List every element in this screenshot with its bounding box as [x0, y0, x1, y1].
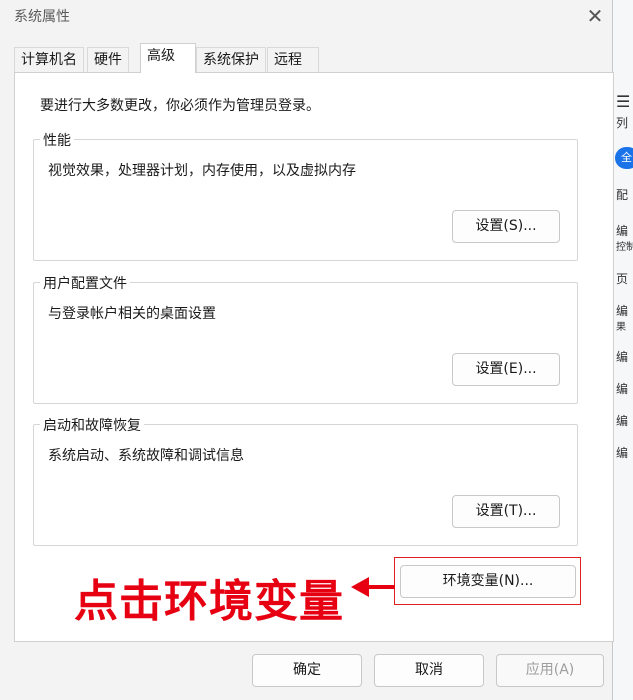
cancel-button[interactable]: 取消 [374, 654, 484, 687]
tab-system-protection[interactable]: 系统保护 [196, 47, 266, 72]
background-app-window: ☰ 列 全 配 编 控制 页 编 果 编 编 编 编 [612, 0, 633, 700]
window-title: 系统属性 [14, 9, 70, 25]
background-text: 页 [616, 272, 629, 286]
annotation-text: 点击环境变量 [74, 576, 344, 627]
background-text: 果 [616, 322, 626, 333]
performance-group-label: 性能 [40, 130, 74, 150]
tab-hardware[interactable]: 硬件 [87, 47, 129, 72]
background-text: 列 [616, 116, 629, 130]
user-profiles-settings-button[interactable]: 设置(E)... [452, 353, 560, 386]
background-text: 编 [616, 414, 629, 428]
close-icon[interactable]: ✕ [580, 2, 610, 30]
user-profiles-group-label: 用户配置文件 [40, 273, 130, 293]
tab-advanced[interactable]: 高级 [140, 43, 196, 73]
background-text: 编 [616, 446, 629, 460]
performance-description: 视觉效果，处理器计划，内存使用，以及虚拟内存 [48, 163, 356, 179]
startup-recovery-description: 系统启动、系统故障和调试信息 [48, 448, 244, 464]
admin-note: 要进行大多数更改，你必须作为管理员登录。 [40, 98, 320, 114]
apply-button[interactable]: 应用(A) [496, 654, 604, 687]
startup-recovery-group-label: 启动和故障恢复 [40, 415, 144, 435]
arrow-left-icon [351, 577, 395, 597]
background-text: 控制 [616, 242, 633, 253]
user-profiles-description: 与登录帐户相关的桌面设置 [48, 306, 216, 322]
performance-settings-button[interactable]: 设置(S)... [452, 210, 560, 243]
background-pill: 全 [615, 147, 633, 169]
background-text: 编 [616, 350, 629, 364]
list-icon: ☰ [616, 92, 631, 111]
startup-recovery-settings-button[interactable]: 设置(T)... [452, 495, 560, 528]
background-text: 编 [616, 382, 629, 396]
ok-button[interactable]: 确定 [252, 654, 362, 687]
environment-variables-button[interactable]: 环境变量(N)... [400, 565, 576, 598]
background-text: 编 [616, 224, 629, 238]
background-text: 配 [616, 188, 629, 202]
background-text: 编 [616, 304, 629, 318]
tab-remote[interactable]: 远程 [267, 47, 319, 72]
tab-computer-name[interactable]: 计算机名 [14, 47, 84, 72]
